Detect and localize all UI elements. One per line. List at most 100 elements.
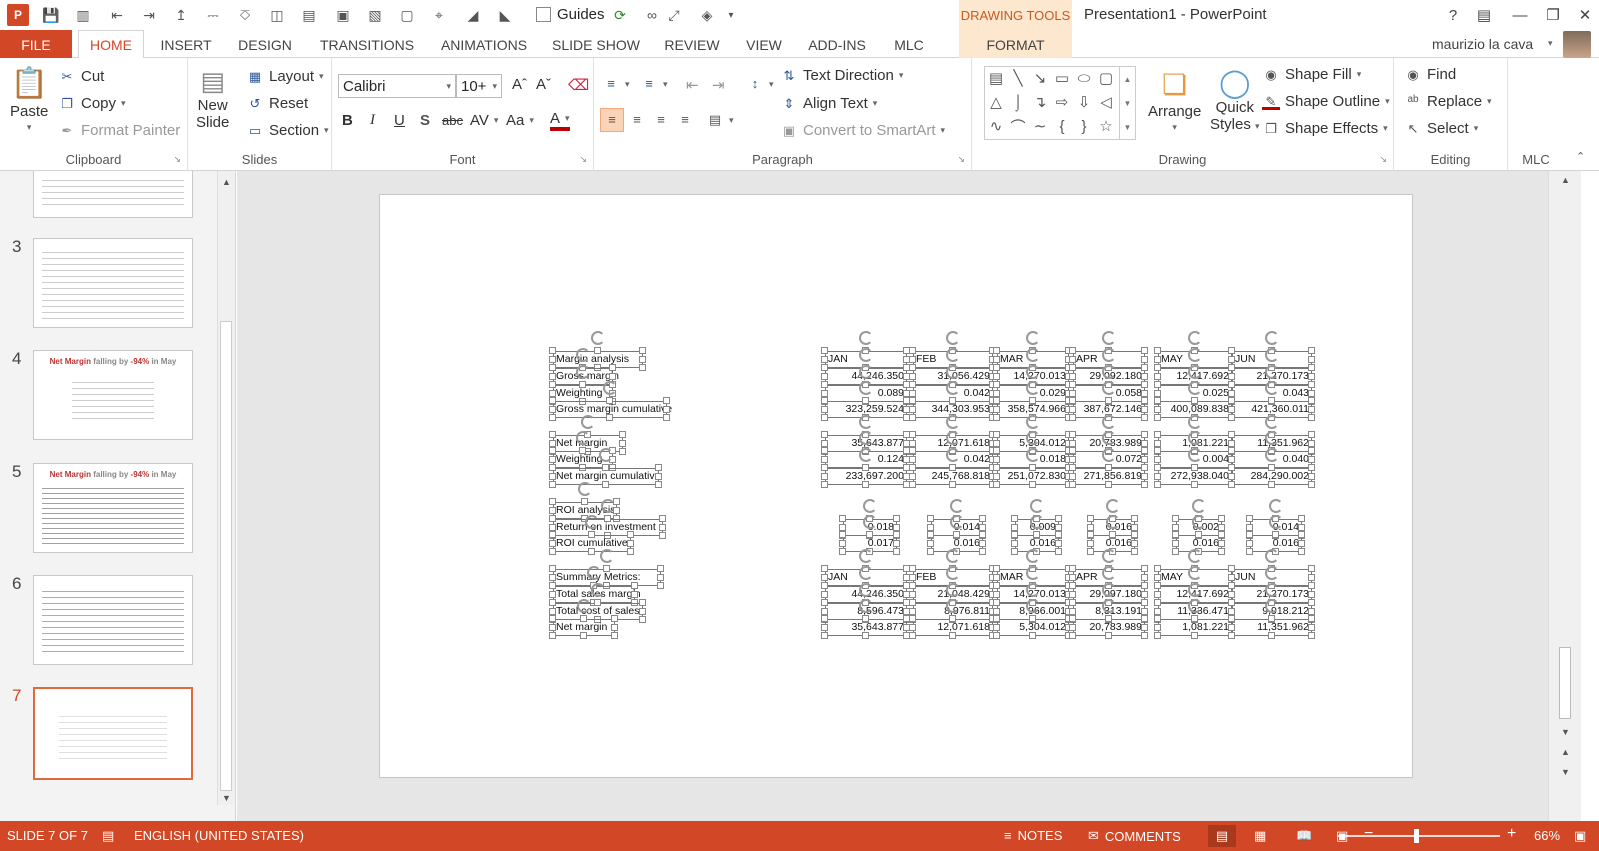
rotation-handle-icon[interactable] — [859, 583, 873, 597]
resize-handle[interactable] — [1308, 455, 1315, 463]
resize-handle[interactable] — [993, 607, 1000, 615]
resize-handle[interactable] — [1228, 431, 1235, 438]
resize-handle[interactable] — [993, 355, 1000, 363]
resize-handle[interactable] — [1246, 515, 1253, 522]
format-shape-icon[interactable]: ◣ — [494, 4, 516, 26]
resize-handle[interactable] — [909, 615, 916, 622]
rotation-handle-icon[interactable] — [1269, 499, 1283, 513]
resize-handle[interactable] — [549, 455, 556, 463]
columns-button[interactable]: ▤ ▾ — [706, 112, 734, 128]
resize-handle[interactable] — [1308, 582, 1315, 589]
resize-handle[interactable] — [909, 599, 916, 606]
rotation-handle-icon[interactable] — [1026, 583, 1040, 597]
resize-handle[interactable] — [1069, 347, 1076, 354]
resize-handle[interactable] — [862, 615, 869, 622]
resize-handle[interactable] — [993, 364, 1000, 371]
resize-handle[interactable] — [821, 565, 828, 572]
resize-handle[interactable] — [1069, 389, 1076, 397]
rotation-handle-icon[interactable] — [1192, 515, 1206, 529]
resize-handle[interactable] — [1029, 615, 1036, 622]
resize-handle[interactable] — [1218, 539, 1225, 547]
rotation-handle-icon[interactable] — [603, 381, 617, 395]
reading-view-icon[interactable]: 📖 — [1296, 828, 1312, 844]
rotation-handle-icon[interactable] — [1106, 499, 1120, 513]
rotation-handle-icon[interactable] — [1265, 549, 1279, 563]
slide-scroll-thumb[interactable] — [1559, 647, 1571, 719]
rotation-handle-icon[interactable] — [576, 365, 590, 379]
resize-handle[interactable] — [549, 381, 556, 388]
new-slide-button[interactable]: ▤ New Slide — [196, 66, 229, 131]
resize-handle[interactable] — [909, 364, 916, 371]
resize-handle[interactable] — [821, 381, 828, 388]
resize-handle[interactable] — [1141, 381, 1148, 388]
resize-handle[interactable] — [909, 464, 916, 471]
resize-handle[interactable] — [979, 531, 986, 538]
notes-button[interactable]: ≡ NOTES — [1004, 828, 1062, 843]
resize-handle[interactable] — [1308, 464, 1315, 471]
language-indicator[interactable]: ENGLISH (UNITED STATES) — [134, 828, 304, 843]
rotation-handle-icon[interactable] — [576, 348, 590, 362]
resize-handle[interactable] — [549, 539, 556, 547]
tab-review[interactable]: REVIEW — [656, 30, 728, 59]
guides-checkbox[interactable] — [536, 7, 551, 22]
resize-handle[interactable] — [1154, 565, 1161, 572]
resize-handle[interactable] — [1191, 632, 1198, 639]
curve-shape-icon[interactable]: ∼ — [1031, 117, 1049, 135]
resize-handle[interactable] — [909, 389, 916, 397]
resize-handle[interactable] — [1011, 531, 1018, 538]
resize-handle[interactable] — [1218, 523, 1225, 531]
rotation-handle-icon[interactable] — [863, 499, 877, 513]
resize-handle[interactable] — [821, 431, 828, 438]
resize-handle[interactable] — [1154, 481, 1161, 488]
slide-scrollbar[interactable]: ▲ ▼ ▲ ▼ — [1548, 171, 1581, 821]
zoom-slider[interactable] — [1338, 835, 1500, 837]
rotation-handle-icon[interactable] — [1102, 431, 1116, 445]
resize-handle[interactable] — [909, 455, 916, 463]
rotation-handle-icon[interactable] — [1265, 566, 1279, 580]
resize-handle[interactable] — [549, 531, 556, 538]
resize-handle[interactable] — [1246, 539, 1253, 547]
paragraph-launcher-icon[interactable]: ↘ — [957, 154, 965, 165]
resize-handle[interactable] — [979, 548, 986, 555]
zoom-out-icon[interactable]: − — [1364, 825, 1373, 843]
resize-handle[interactable] — [1308, 573, 1315, 581]
rotation-handle-icon[interactable] — [859, 566, 873, 580]
resize-handle[interactable] — [579, 447, 586, 454]
tab-format[interactable]: FORMAT — [959, 30, 1072, 59]
resize-handle[interactable] — [993, 632, 1000, 639]
group-icon[interactable]: ▣ — [332, 4, 354, 26]
rotation-handle-icon[interactable] — [946, 549, 960, 563]
shape-effects-button[interactable]: ❐ Shape Effects ▾ — [1262, 120, 1387, 137]
resize-handle[interactable] — [549, 615, 556, 622]
rotation-handle-icon[interactable] — [1188, 331, 1202, 345]
rotation-handle-icon[interactable] — [1188, 381, 1202, 395]
rotation-handle-icon[interactable] — [1265, 431, 1279, 445]
resize-handle[interactable] — [1268, 615, 1275, 622]
resize-handle[interactable] — [549, 389, 556, 397]
rotation-handle-icon[interactable] — [1265, 415, 1279, 429]
resize-handle[interactable] — [1029, 481, 1036, 488]
down-arrow-shape-icon[interactable]: ⇩ — [1075, 93, 1093, 111]
rotation-handle-icon[interactable] — [859, 549, 873, 563]
resize-handle[interactable] — [1069, 364, 1076, 371]
resize-handle[interactable] — [927, 523, 934, 531]
gallery-more-icon[interactable]: ▼ — [1124, 123, 1132, 132]
select-button[interactable]: ↖ Select ▾ — [1404, 120, 1479, 137]
resize-handle[interactable] — [909, 590, 916, 598]
help-button[interactable]: ? — [1440, 4, 1466, 26]
justify-button[interactable]: ≡ — [676, 112, 694, 128]
rotation-handle-icon[interactable] — [1102, 549, 1116, 563]
resize-handle[interactable] — [1154, 472, 1161, 480]
layout-button[interactable]: ▦ Layout ▾ — [246, 68, 324, 85]
resize-handle[interactable] — [1308, 347, 1315, 354]
align-right-icon[interactable]: ⇥ — [138, 4, 160, 26]
resize-handle[interactable] — [606, 397, 613, 404]
resize-handle[interactable] — [893, 548, 900, 555]
resize-handle[interactable] — [821, 389, 828, 397]
rotation-handle-icon[interactable] — [1102, 331, 1116, 345]
tab-add-ins[interactable]: ADD-INS — [800, 30, 874, 59]
rotation-handle-icon[interactable] — [1026, 448, 1040, 462]
font-size-select[interactable]: 10+ ▾ — [456, 74, 502, 98]
resize-handle[interactable] — [1055, 548, 1062, 555]
rotation-handle-icon[interactable] — [1188, 549, 1202, 563]
